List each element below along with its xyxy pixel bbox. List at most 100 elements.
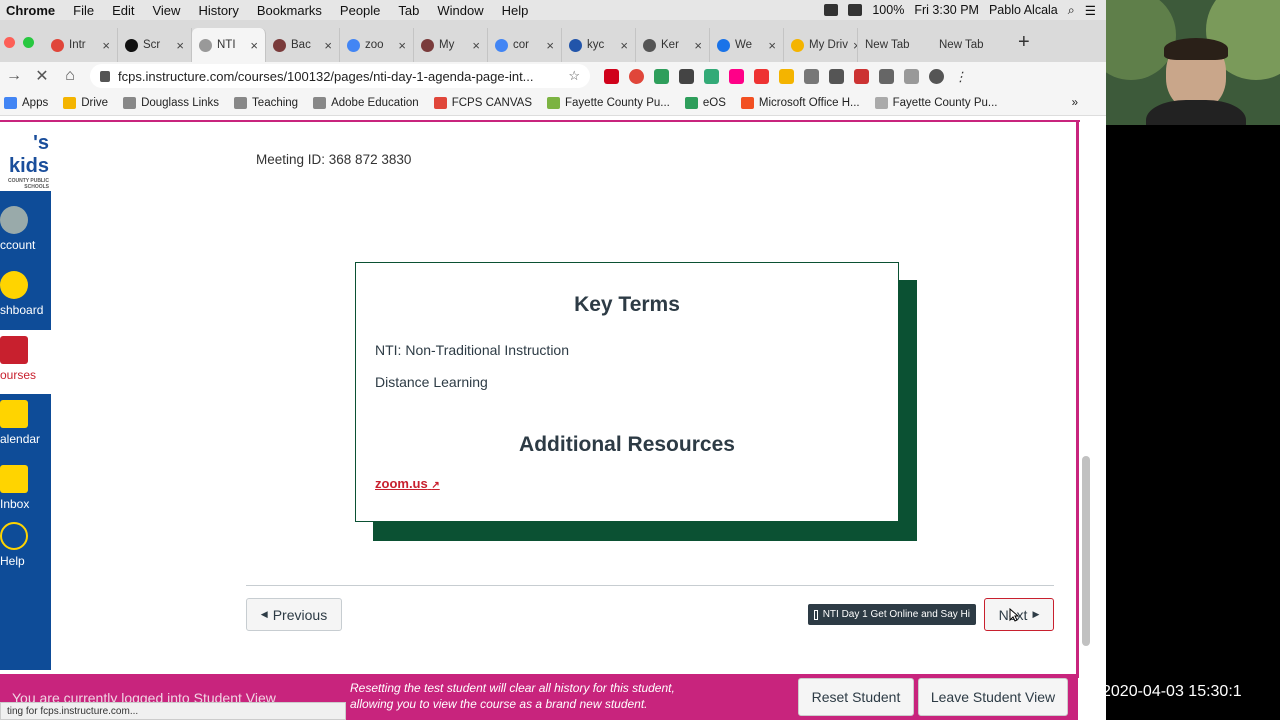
spotlight-icon[interactable]: ⌕ (1068, 3, 1075, 18)
app-menu[interactable]: Chrome (0, 3, 64, 18)
bookmark-item[interactable]: Teaching (234, 96, 298, 109)
extension-icon[interactable] (704, 68, 719, 84)
brand-stripe (0, 120, 1080, 122)
previous-button[interactable]: ◀ Previous (246, 598, 342, 631)
browser-tab[interactable]: Ker × (636, 28, 710, 62)
menu-view[interactable]: View (143, 3, 189, 18)
menu-tab[interactable]: Tab (389, 3, 428, 18)
bookmark-item[interactable]: Douglass Links (123, 96, 219, 109)
bell-icon[interactable] (754, 68, 769, 84)
bookmark-item[interactable]: Microsoft Office H... (740, 96, 860, 109)
cast-icon[interactable] (654, 68, 669, 84)
close-window-icon[interactable] (4, 37, 15, 48)
close-tab-icon[interactable]: × (250, 38, 258, 53)
tab-label: New Tab (939, 39, 984, 51)
menu-file[interactable]: File (64, 3, 103, 18)
browser-tab[interactable]: My × (414, 28, 488, 62)
menu-bookmarks[interactable]: Bookmarks (248, 3, 331, 18)
user-name[interactable]: Pablo Alcala (989, 3, 1058, 17)
inbox-icon (0, 465, 28, 493)
key-terms-heading: Key Terms (574, 293, 680, 316)
address-bar[interactable]: fcps.instructure.com/courses/100132/page… (90, 64, 590, 88)
browser-tab[interactable]: New Tab (858, 28, 932, 62)
browser-tab[interactable]: Scr × (118, 28, 192, 62)
bookmark-item[interactable]: Drive (63, 96, 108, 109)
bookmark-item[interactable]: eOS (684, 96, 726, 109)
school-logo[interactable]: 's kids COUNTY PUBLIC SCHOOLS (0, 132, 51, 190)
global-nav-dashboard[interactable]: shboard (0, 265, 51, 329)
browser-tab[interactable]: New Tab (932, 28, 1006, 62)
close-tab-icon[interactable]: × (768, 38, 776, 53)
close-tab-icon[interactable]: × (472, 38, 480, 53)
close-tab-icon[interactable]: × (620, 38, 628, 53)
adblock-icon[interactable] (604, 68, 619, 84)
clock[interactable]: Fri 3:30 PM (914, 3, 979, 17)
close-tab-icon[interactable]: × (694, 38, 702, 53)
zoom-window-icon[interactable] (23, 37, 34, 48)
extension-icon[interactable] (729, 68, 744, 84)
stop-icon[interactable]: ✕ (28, 66, 56, 86)
url-text[interactable]: fcps.instructure.com/courses/100132/page… (118, 69, 534, 84)
dashboard-icon (0, 271, 28, 299)
browser-tab[interactable]: zoo × (340, 28, 414, 62)
profile-avatar-icon[interactable] (929, 68, 944, 84)
bookmark-item[interactable]: FCPS CANVAS (433, 96, 532, 109)
menu-edit[interactable]: Edit (103, 3, 143, 18)
close-tab-icon[interactable]: × (324, 38, 332, 53)
global-nav-inbox[interactable]: Inbox (0, 459, 51, 523)
tab-favicon-icon (791, 38, 804, 52)
extension-icon[interactable] (829, 68, 844, 84)
menu-kebab-icon[interactable]: ⋮ (954, 69, 969, 84)
menu-window[interactable]: Window (428, 3, 492, 18)
global-nav-calendar[interactable]: alendar (0, 394, 51, 458)
bookmarks-overflow-icon[interactable]: » (1072, 97, 1106, 109)
brand-stripe-right (1076, 120, 1079, 678)
extension-icon[interactable] (904, 68, 919, 84)
menu-history[interactable]: History (189, 3, 247, 18)
browser-tab[interactable]: kyc × (562, 28, 636, 62)
extension-icon[interactable] (879, 68, 894, 84)
bookmark-item[interactable]: Apps (4, 96, 48, 109)
bookmark-item[interactable]: Fayette County Pu... (874, 96, 997, 109)
record-icon[interactable] (629, 68, 644, 84)
browser-tab[interactable]: Bac × (266, 28, 340, 62)
home-icon[interactable]: ⌂ (56, 67, 84, 85)
tab-label: kyc (587, 39, 605, 51)
zoom-link-text[interactable]: zoom.us (375, 476, 428, 491)
lock-icon[interactable] (100, 70, 110, 82)
menu-people[interactable]: People (331, 3, 389, 18)
forward-icon[interactable]: → (0, 67, 28, 85)
global-nav-account[interactable]: ccount (0, 200, 51, 264)
wifi-icon[interactable] (824, 4, 839, 16)
browser-tab[interactable]: Intr × (44, 28, 118, 62)
global-nav-courses[interactable]: ourses (0, 330, 51, 394)
volume-icon[interactable] (848, 4, 863, 16)
new-tab-icon[interactable]: + (1006, 31, 1042, 62)
extension-icon[interactable] (854, 68, 869, 84)
browser-tab[interactable]: NTI × (192, 28, 266, 62)
reset-student-button[interactable]: Reset Student (798, 678, 914, 716)
zoom-link[interactable]: zoom.us ↗ (375, 476, 440, 491)
browser-tab[interactable]: We × (710, 28, 784, 62)
tab-label: zoo (365, 39, 384, 51)
bookmark-item[interactable]: Adobe Education (313, 96, 419, 109)
drive-icon[interactable] (779, 68, 794, 84)
extension-icon[interactable] (804, 68, 819, 84)
leave-student-view-button[interactable]: Leave Student View (918, 678, 1068, 716)
notification-icon[interactable]: ☰ (1085, 3, 1096, 18)
menu-help[interactable]: Help (493, 3, 538, 18)
page-scrollbar[interactable] (1082, 456, 1090, 646)
battery-label[interactable]: 100% (872, 3, 904, 17)
video-timestamp: 2020-04-03 15:30:1 (1102, 683, 1242, 700)
close-tab-icon[interactable]: × (102, 38, 110, 53)
global-nav-help[interactable]: Help (0, 516, 51, 580)
bookmark-star-icon[interactable]: ☆ (568, 68, 580, 84)
close-tab-icon[interactable]: × (546, 38, 554, 53)
close-tab-icon[interactable]: × (176, 38, 184, 53)
close-tab-icon[interactable]: × (398, 38, 406, 53)
next-button[interactable]: Next ▶ (984, 598, 1054, 631)
bookmark-item[interactable]: Fayette County Pu... (547, 96, 670, 109)
browser-tab[interactable]: My Driv× (784, 28, 858, 62)
extension-icon[interactable] (679, 68, 694, 84)
browser-tab[interactable]: cor × (488, 28, 562, 62)
